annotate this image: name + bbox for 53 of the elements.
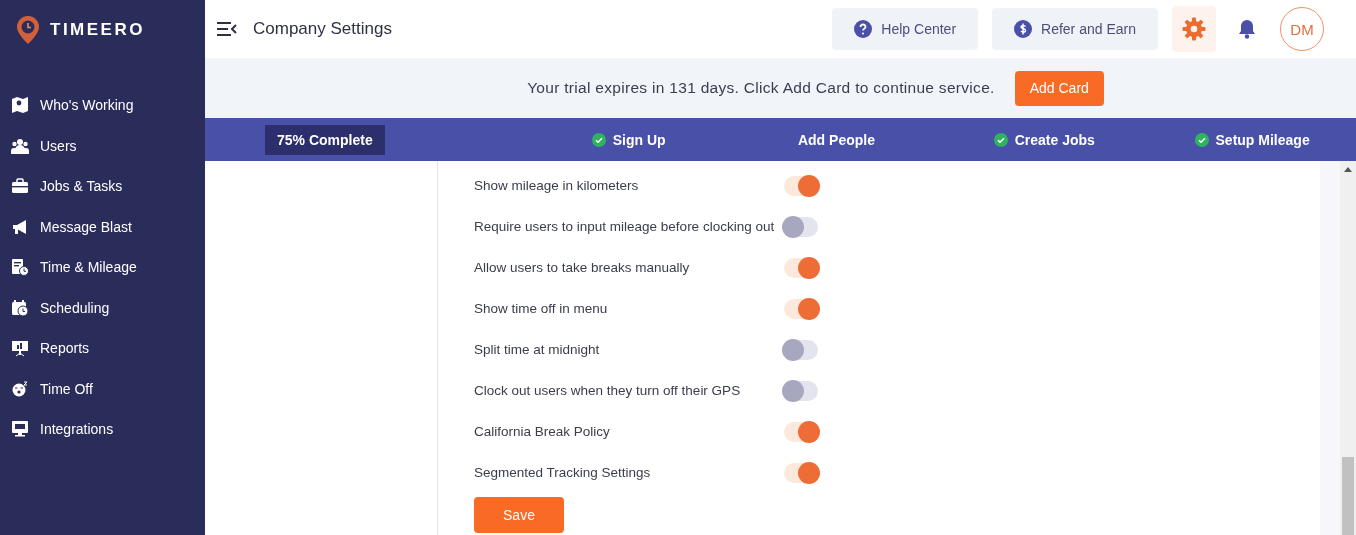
setting-label: Clock out users when they turn off their GPS <box>474 383 742 398</box>
app-logo-text: TIMEERO <box>50 20 145 40</box>
progress-step[interactable]: Add People <box>797 131 875 148</box>
header-button[interactable]: Refer and Earn <box>992 8 1158 50</box>
toggle-switch[interactable] <box>784 216 818 237</box>
toggle-switch[interactable] <box>784 257 818 278</box>
setting-label: California Break Policy <box>474 424 611 439</box>
trial-message: Your trial expires in 131 days. Click Add Card to continue service. <box>527 79 995 97</box>
setting-label: Require users to input mileage before clocking out <box>474 219 776 234</box>
settings-button[interactable] <box>1172 6 1216 52</box>
clock-pin-logo-icon <box>16 15 40 45</box>
setting-label: Segmented Tracking Settings <box>474 465 652 480</box>
toggle-switch[interactable] <box>784 380 818 401</box>
users-icon <box>11 136 29 155</box>
progress-step[interactable]: Sign Up <box>612 131 666 148</box>
sidebar-item[interactable]: Integrations <box>0 409 205 450</box>
sidebar-item[interactable]: Scheduling <box>0 287 205 328</box>
setting-label: Allow users to take breaks manually <box>474 260 691 275</box>
sidebar-item[interactable]: Jobs & Tasks <box>0 166 205 207</box>
progress-badge: 75% Complete <box>265 124 385 155</box>
sidebar-item[interactable]: Who's Working <box>0 85 205 126</box>
menu-icon[interactable] <box>217 22 237 36</box>
briefcase-icon <box>11 177 29 196</box>
scroll-up-arrow-icon[interactable] <box>1344 167 1352 172</box>
help-icon <box>854 20 873 38</box>
setting-label: Show mileage in kilometers <box>474 178 640 193</box>
map-icon <box>11 96 29 115</box>
bell-icon[interactable] <box>1238 19 1256 39</box>
progress-step[interactable]: Setup Mileage <box>1215 131 1310 148</box>
dollar-coin-icon <box>1014 20 1033 38</box>
sidebar-item[interactable]: Time Off <box>0 368 205 409</box>
scrollbar-thumb[interactable] <box>1342 457 1354 535</box>
sleepy-face-icon <box>11 379 29 398</box>
monitor-icon <box>11 420 29 439</box>
sidebar-item[interactable]: Message Blast <box>0 206 205 247</box>
page-title: Company Settings <box>253 19 393 39</box>
setting-label: Split time at midnight <box>474 342 601 357</box>
sidebar-item[interactable]: Users <box>0 125 205 166</box>
progress-step[interactable]: Create Jobs <box>1014 131 1095 148</box>
sidebar-item[interactable]: Time & Mileage <box>0 247 205 288</box>
toggle-switch[interactable] <box>784 298 818 319</box>
presentation-icon <box>11 339 29 358</box>
settings-icon <box>1182 17 1206 41</box>
calendar-clock-icon <box>11 298 29 317</box>
toggle-switch[interactable] <box>784 421 818 442</box>
setting-label: Show time off in menu <box>474 301 609 316</box>
timesheet-icon <box>11 258 29 277</box>
toggle-switch[interactable] <box>784 462 818 483</box>
sidebar-item[interactable]: Reports <box>0 328 205 369</box>
megaphone-icon <box>11 217 29 236</box>
toggle-switch[interactable] <box>784 175 818 196</box>
header-button[interactable]: Help Center <box>832 8 979 50</box>
toggle-switch[interactable] <box>784 339 818 360</box>
